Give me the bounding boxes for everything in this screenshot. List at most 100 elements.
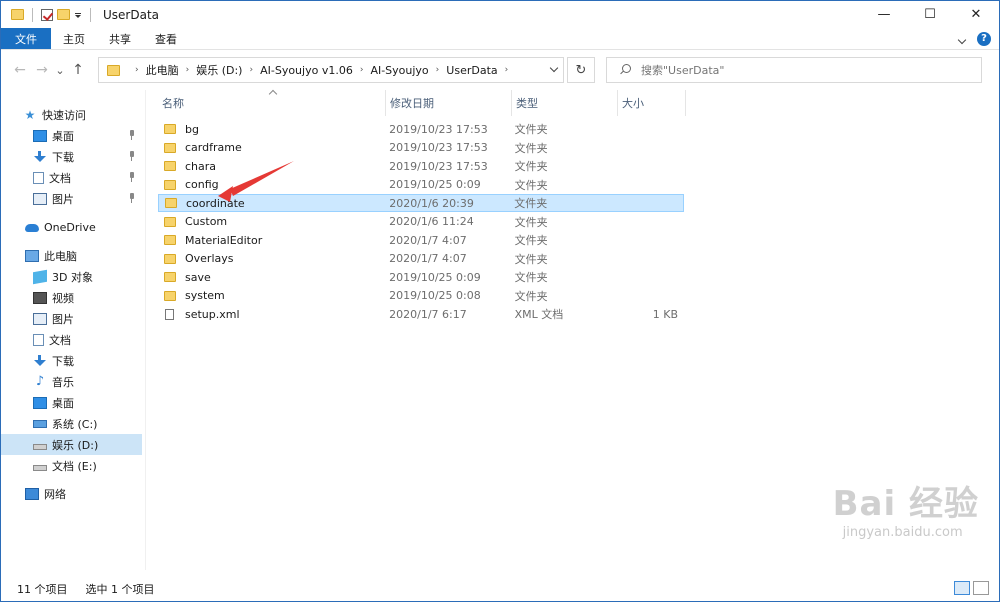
address-dropdown-icon[interactable]	[549, 65, 559, 75]
sidebar-item-downloads[interactable]: 下载	[1, 146, 142, 167]
pin-icon[interactable]	[128, 172, 136, 182]
column-size-label: 大小	[622, 97, 644, 110]
customize-toolbar-icon[interactable]	[74, 10, 82, 20]
column-name[interactable]: 名称	[158, 90, 386, 116]
file-type: 文件夹	[514, 271, 548, 284]
file-size	[618, 120, 684, 138]
tab-file[interactable]: 文件	[1, 28, 51, 49]
file-row[interactable]: MaterialEditor 2020/1/7 4:07 文件夹	[158, 231, 684, 249]
column-date[interactable]: 修改日期	[386, 90, 512, 116]
search-input[interactable]	[641, 63, 961, 77]
file-row[interactable]: Custom 2020/1/6 11:24 文件夹	[158, 213, 684, 231]
picture-icon	[33, 192, 47, 205]
sidebar-item-quick-access[interactable]: ★ 快速访问	[1, 104, 142, 125]
details-view-icon[interactable]	[954, 581, 970, 595]
file-name-cell: chara	[158, 157, 385, 175]
file-row[interactable]: chara 2019/10/23 17:53 文件夹	[158, 157, 684, 175]
forward-button[interactable]: →	[31, 59, 53, 81]
file-name: system	[185, 289, 225, 302]
column-name-label: 名称	[162, 97, 184, 110]
tab-view[interactable]: 查看	[143, 28, 189, 49]
breadcrumb-ai-syoujyo[interactable]: AI-Syoujyo	[370, 64, 428, 77]
sidebar-item-pc-downloads[interactable]: 下载	[1, 350, 142, 371]
column-size[interactable]: 大小	[618, 90, 686, 116]
breadcrumb-chevron-icon[interactable]: ›	[360, 65, 364, 75]
file-date: 2020/1/6 11:24	[389, 215, 474, 228]
sidebar-item-pictures[interactable]: 图片	[1, 188, 142, 209]
close-button[interactable]: ✕	[953, 1, 999, 28]
sidebar-item-documents[interactable]: 文档	[1, 167, 142, 188]
window-controls: — ☐ ✕	[861, 1, 999, 28]
sidebar-item-network[interactable]: 网络	[1, 483, 142, 504]
tab-share[interactable]: 共享	[97, 28, 143, 49]
breadcrumb-chevron-icon[interactable]: ›	[135, 65, 139, 75]
sidebar-item-label: 文档	[49, 171, 71, 185]
sidebar-item-drive-e[interactable]: 文档 (E:)	[1, 455, 142, 476]
sidebar-item-drive-d[interactable]: 娱乐 (D:)	[1, 434, 142, 455]
breadcrumb-chevron-icon[interactable]: ›	[505, 65, 509, 75]
expand-ribbon-icon[interactable]	[957, 34, 967, 44]
file-size	[618, 268, 684, 286]
breadcrumb-this-pc[interactable]: 此电脑	[146, 62, 179, 78]
file-size	[618, 213, 684, 231]
document-icon	[33, 333, 44, 346]
pin-icon[interactable]	[128, 151, 136, 161]
address-row: ← → ⌄ ↑ › 此电脑 › 娱乐 (D:) › AI-Syoujyo v1.…	[1, 50, 999, 90]
breadcrumb-ai-syoujyo-v106[interactable]: AI-Syoujyo v1.06	[260, 64, 353, 77]
file-row[interactable]: bg 2019/10/23 17:53 文件夹	[158, 120, 684, 138]
sidebar-item-label: 此电脑	[44, 249, 77, 263]
drive-icon	[33, 464, 47, 471]
sidebar-item-music[interactable]: ♪ 音乐	[1, 371, 142, 392]
sidebar-item-label: 图片	[52, 312, 74, 326]
maximize-button[interactable]: ☐	[907, 1, 953, 28]
breadcrumb-userdata[interactable]: UserData	[446, 64, 497, 77]
file-name-cell: bg	[158, 120, 385, 138]
up-button[interactable]: ↑	[67, 59, 89, 81]
sidebar-item-drive-c[interactable]: 系统 (C:)	[1, 413, 142, 434]
sidebar-item-3d-objects[interactable]: 3D 对象	[1, 266, 142, 287]
sidebar-item-desktop[interactable]: 桌面	[1, 125, 142, 146]
view-switcher	[954, 581, 989, 595]
large-icons-view-icon[interactable]	[973, 581, 989, 595]
sidebar-item-label: 系统 (C:)	[52, 417, 98, 431]
column-type[interactable]: 类型	[512, 90, 618, 116]
file-row[interactable]: cardframe 2019/10/23 17:53 文件夹	[158, 139, 684, 157]
sidebar-item-onedrive[interactable]: OneDrive	[1, 217, 142, 238]
pin-icon[interactable]	[128, 130, 136, 140]
refresh-button[interactable]: ↻	[567, 57, 595, 83]
watermark: Bai 经验 jingyan.baidu.com	[833, 476, 979, 540]
new-folder-icon[interactable]	[57, 9, 70, 20]
recent-locations-button[interactable]: ⌄	[53, 59, 67, 81]
file-row[interactable]: system 2019/10/25 0:08 文件夹	[158, 287, 684, 305]
location-folder-icon	[107, 64, 120, 76]
breadcrumb-chevron-icon[interactable]: ›	[249, 65, 253, 75]
search-box[interactable]	[606, 57, 982, 83]
sidebar-item-this-pc[interactable]: 此电脑	[1, 245, 142, 266]
breadcrumb-chevron-icon[interactable]: ›	[186, 65, 190, 75]
file-row[interactable]: save 2019/10/25 0:09 文件夹	[158, 268, 684, 286]
back-button[interactable]: ←	[9, 59, 31, 81]
sort-ascending-icon	[268, 88, 278, 96]
file-row[interactable]: setup.xml 2020/1/7 6:17 XML 文档 1 KB	[158, 305, 684, 323]
file-row[interactable]: Overlays 2020/1/7 4:07 文件夹	[158, 250, 684, 268]
sidebar-item-pc-documents[interactable]: 文档	[1, 329, 142, 350]
file-type: 文件夹	[514, 141, 548, 155]
folder-icon	[164, 272, 176, 282]
sidebar-item-pc-pictures[interactable]: 图片	[1, 308, 142, 329]
breadcrumb-chevron-icon[interactable]: ›	[436, 65, 440, 75]
properties-icon[interactable]	[41, 8, 53, 21]
minimize-button[interactable]: —	[861, 1, 907, 28]
file-name-cell: coordinate	[159, 194, 385, 212]
ribbon-tabs: 文件 主页 共享 查看 ?	[1, 28, 999, 50]
sidebar-item-pc-desktop[interactable]: 桌面	[1, 392, 142, 413]
breadcrumb-drive-d[interactable]: 娱乐 (D:)	[196, 62, 242, 78]
file-row[interactable]: config 2019/10/25 0:09 文件夹	[158, 176, 684, 194]
tab-home[interactable]: 主页	[51, 28, 97, 49]
sidebar-item-label: 娱乐 (D:)	[52, 438, 99, 452]
pin-icon[interactable]	[128, 193, 136, 203]
help-icon[interactable]: ?	[977, 31, 991, 46]
column-header: 名称 修改日期 类型 大小	[158, 90, 686, 116]
sidebar-item-videos[interactable]: 视频	[1, 287, 142, 308]
address-bar[interactable]: › 此电脑 › 娱乐 (D:) › AI-Syoujyo v1.06 › AI-…	[98, 57, 564, 83]
file-row[interactable]: coordinate 2020/1/6 20:39 文件夹	[158, 194, 684, 212]
